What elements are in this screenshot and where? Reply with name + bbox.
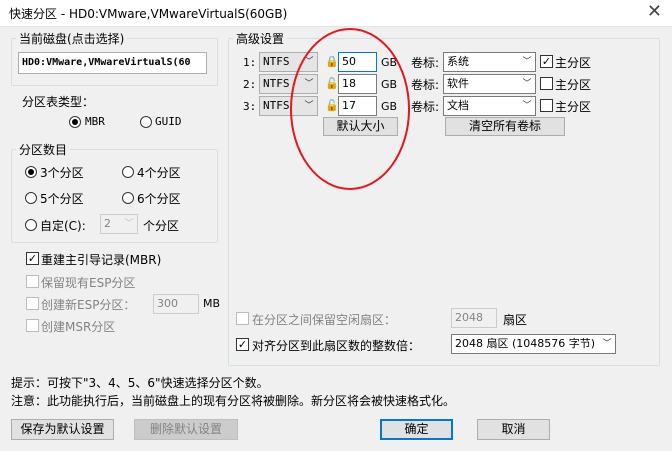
esp-unit-label: MB — [203, 297, 221, 310]
row-3-index: 3: — [243, 100, 257, 113]
row-1-primary-checkbox[interactable]: ✓ — [540, 55, 553, 68]
esp-size-field[interactable]: 300 — [153, 294, 199, 314]
custom-count-suffix: 个分区 — [143, 219, 180, 233]
reserve-sectors-unit: 扇区 — [503, 313, 528, 327]
radio-mbr-label: MBR — [85, 115, 105, 128]
align-label: 对齐分区到此扇区数的整数倍： — [252, 339, 421, 353]
create-esp-checkbox[interactable] — [26, 297, 39, 310]
radio-5-label: 5个分区 — [40, 192, 84, 206]
annotation-circle — [290, 28, 410, 190]
current-disk-field[interactable]: HD0:VMware,VMwareVirtualS(60 — [18, 52, 207, 74]
row-2-index: 2: — [243, 78, 257, 91]
keep-esp-checkbox[interactable] — [26, 275, 39, 288]
close-icon[interactable]: ✕ — [647, 1, 662, 22]
create-esp-label: 创建新ESP分区： — [41, 298, 136, 312]
ok-button[interactable]: 确定 — [380, 419, 453, 440]
radio-3-label: 3个分区 — [40, 166, 84, 180]
save-default-button[interactable]: 保存为默认设置 — [11, 419, 114, 440]
row-1-primary-label: 主分区 — [555, 56, 592, 70]
delete-default-button[interactable]: 删除默认设置 — [134, 419, 238, 440]
radio-6-partitions[interactable] — [122, 192, 134, 204]
reserve-sectors-label: 在分区之间保留空闲扇区： — [252, 313, 397, 327]
chevron-down-icon: ﹀ — [522, 79, 532, 89]
radio-4-partitions[interactable] — [122, 166, 134, 178]
cancel-button[interactable]: 取消 — [477, 419, 550, 440]
row-3-primary-checkbox[interactable] — [540, 99, 553, 112]
rebuild-mbr-checkbox[interactable]: ✓ — [26, 252, 39, 265]
radio-guid-label: GUID — [155, 115, 182, 128]
hint-note: 注意：此功能执行后，当前磁盘上的现有分区将被删除。新分区将会被快速格式化。 — [11, 394, 456, 408]
custom-count-select[interactable]: 2 ﹀ — [100, 214, 138, 234]
radio-4-label: 4个分区 — [137, 166, 181, 180]
annotation-ellipse — [290, 28, 410, 190]
chevron-down-icon: ﹀ — [602, 339, 612, 349]
hint-tip: 提示：可按下"3、4、5、6"快速选择分区个数。 — [11, 376, 269, 390]
rebuild-mbr-label: 重建主引导记录(MBR) — [41, 253, 162, 267]
clear-labels-button[interactable]: 清空所有卷标 — [445, 117, 565, 136]
row-3-vol-value: 文档 — [447, 99, 469, 112]
row-2-primary-checkbox[interactable] — [540, 77, 553, 90]
current-disk-legend: 当前磁盘(点击选择) — [16, 30, 128, 47]
row-3-vol-label: 卷标: — [411, 100, 440, 114]
partition-count-legend: 分区数目 — [16, 141, 71, 158]
row-1-vol-label: 卷标: — [411, 56, 440, 70]
chevron-down-icon: ﹀ — [522, 57, 532, 67]
radio-6-label: 6个分区 — [137, 192, 181, 206]
chevron-down-icon: ﹀ — [522, 101, 532, 111]
row-2-vol-value: 软件 — [447, 77, 469, 90]
title-bar: 快速分区 - HD0:VMware,VMwareVirtualS(60GB) ✕ — [0, 0, 672, 27]
advanced-legend: 高级设置 — [233, 30, 288, 47]
row-1-vol-select[interactable]: 系统 ﹀ — [443, 52, 536, 72]
row-3-vol-select[interactable]: 文档 ﹀ — [443, 96, 536, 116]
radio-5-partitions[interactable] — [25, 192, 37, 204]
radio-mbr[interactable] — [69, 116, 81, 128]
chevron-down-icon: ﹀ — [124, 219, 134, 229]
keep-esp-label: 保留现有ESP分区 — [41, 276, 136, 290]
align-checkbox[interactable]: ✓ — [236, 338, 249, 351]
row-2-vol-select[interactable]: 软件 ﹀ — [443, 74, 536, 94]
custom-count-value: 2 — [104, 217, 111, 230]
row-2-primary-label: 主分区 — [555, 78, 592, 92]
radio-guid[interactable] — [140, 116, 152, 128]
row-2-vol-label: 卷标: — [411, 78, 440, 92]
radio-custom[interactable] — [25, 219, 37, 231]
create-msr-checkbox[interactable] — [26, 319, 39, 332]
create-msr-label: 创建MSR分区 — [41, 320, 116, 334]
align-select[interactable]: 2048 扇区 (1048576 字节) ﹀ — [451, 334, 616, 354]
row-1-index: 1: — [243, 56, 257, 69]
reserve-sectors-checkbox[interactable] — [236, 312, 249, 325]
reserve-sectors-field[interactable]: 2048 — [451, 308, 497, 328]
row-1-vol-value: 系统 — [447, 55, 469, 68]
partition-table-label: 分区表类型： — [22, 95, 95, 109]
window-title: 快速分区 - HD0:VMware,VMwareVirtualS(60GB) — [9, 7, 288, 21]
align-value: 2048 扇区 (1048576 字节) — [455, 337, 596, 350]
radio-3-partitions[interactable] — [25, 166, 37, 178]
radio-custom-label: 自定(C): — [40, 219, 86, 233]
row-3-primary-label: 主分区 — [555, 100, 592, 114]
